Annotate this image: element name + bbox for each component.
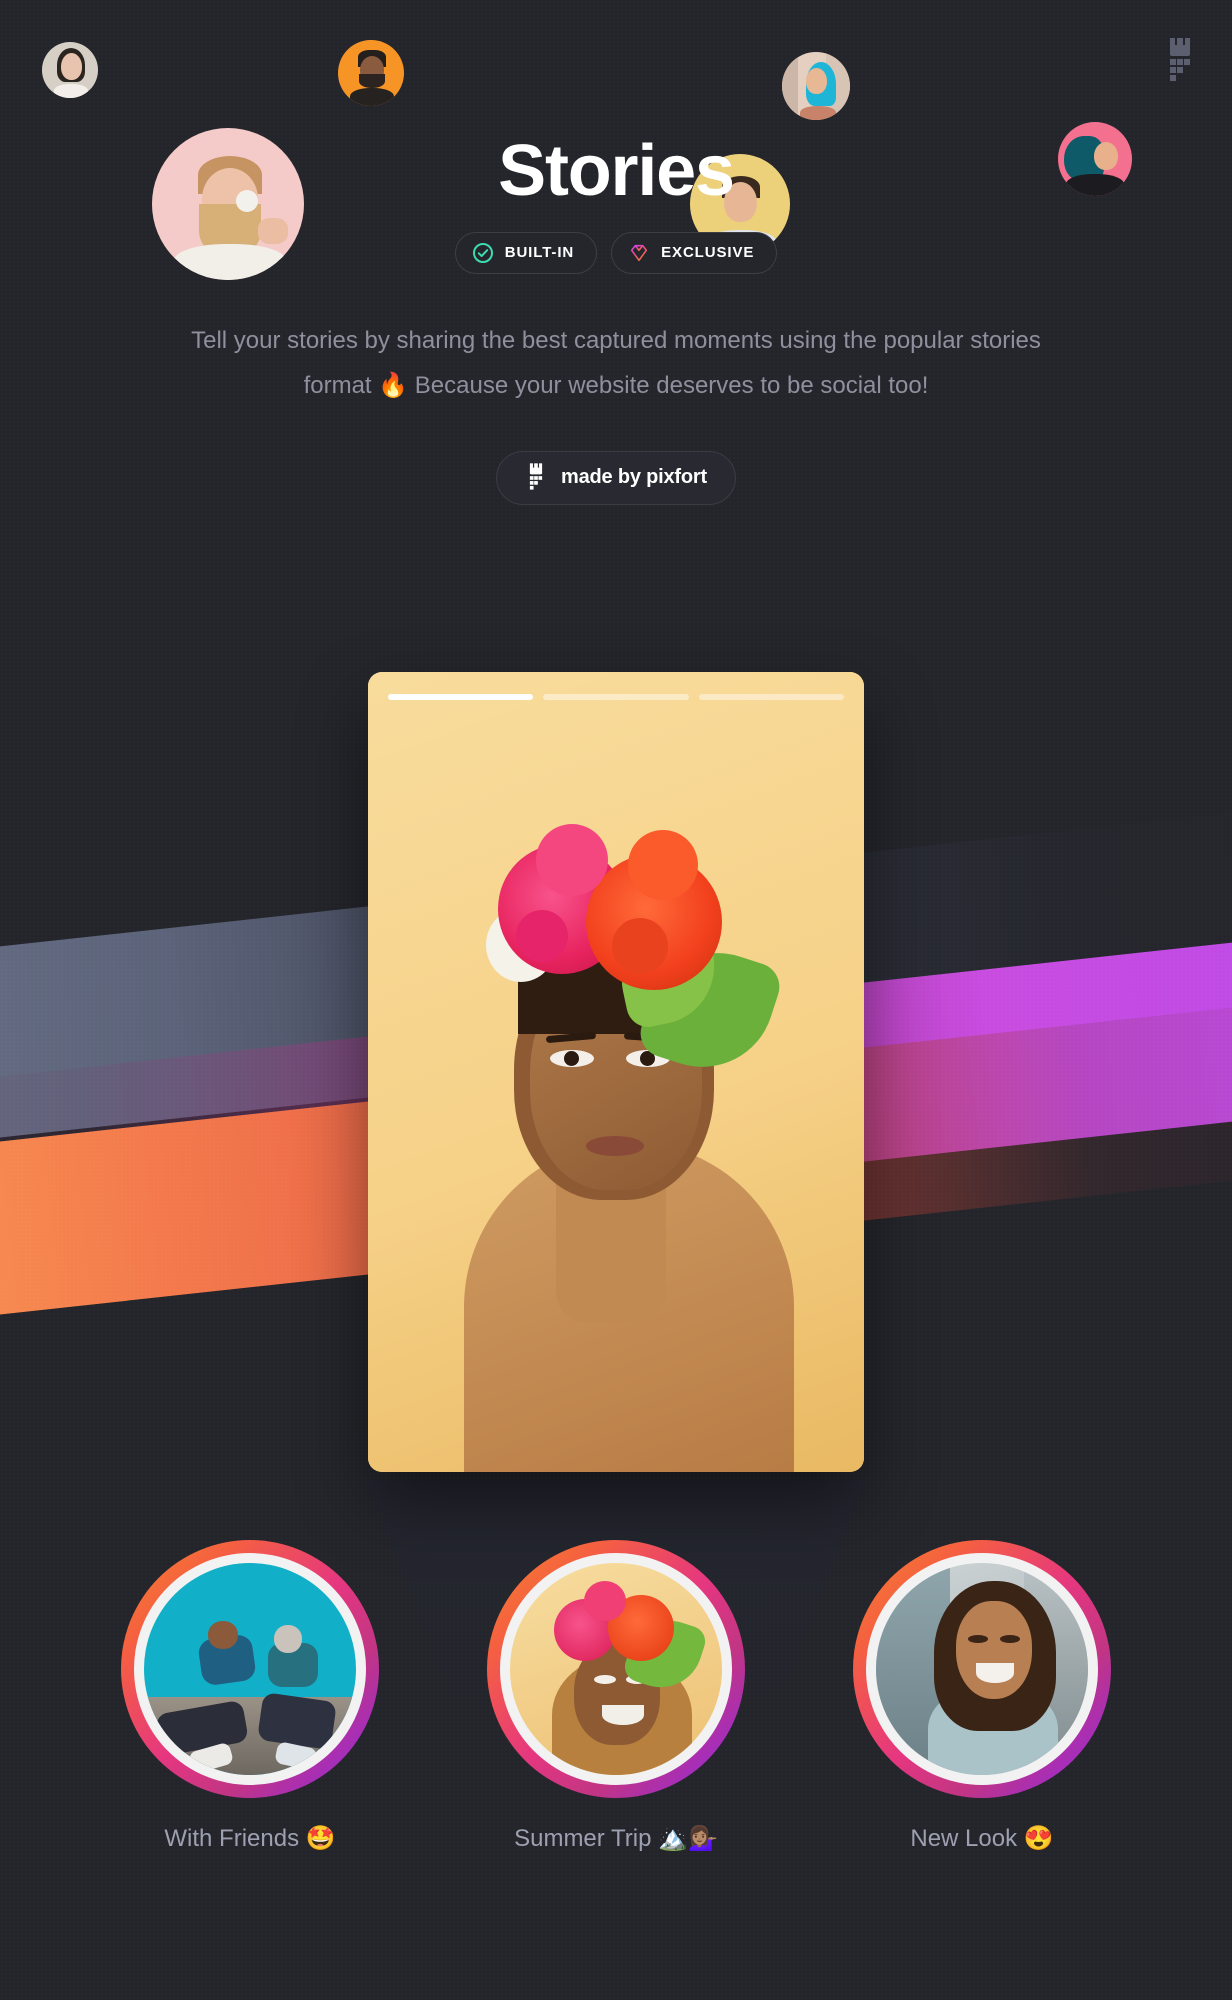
- story-progress-bars[interactable]: [388, 694, 844, 700]
- diamond-icon: [628, 242, 650, 264]
- story-ring[interactable]: [487, 1540, 745, 1798]
- active-story-card[interactable]: [368, 672, 864, 1472]
- story-with-friends[interactable]: With Friends 🤩: [121, 1540, 379, 1853]
- badge-built-in-label: BUILT-IN: [504, 244, 575, 262]
- story-ring[interactable]: [853, 1540, 1111, 1798]
- made-by-pixfort-button[interactable]: made by pixfort: [496, 450, 736, 505]
- story-label: Summer Trip 🏔️💁🏽‍♀️: [514, 1825, 718, 1852]
- story-thumbnail-new-look: [876, 1563, 1088, 1775]
- story-label: New Look 😍: [910, 1825, 1054, 1852]
- badge-group: BUILT-IN EXCLUSIVE: [0, 231, 1232, 274]
- made-by-label: made by pixfort: [561, 466, 707, 489]
- story-thumbnail-with-friends: [144, 1563, 356, 1775]
- badge-exclusive-label: EXCLUSIVE: [661, 244, 755, 262]
- story-photo: [368, 672, 864, 1472]
- pixfort-castle-logo-icon: [525, 463, 547, 493]
- story-ring[interactable]: [121, 1540, 379, 1798]
- check-circle-icon: [472, 242, 494, 264]
- story-progress-segment-1[interactable]: [388, 694, 534, 700]
- pixfort-castle-logo-icon[interactable]: [1162, 38, 1198, 86]
- stories-hero-section: Stories BUILT-IN EXCLUSIVE Tell your sto…: [0, 0, 1232, 2000]
- hero-text-block: Stories BUILT-IN EXCLUSIVE Tell your sto…: [0, 0, 1232, 505]
- story-new-look[interactable]: New Look 😍: [853, 1540, 1111, 1853]
- story-progress-segment-3[interactable]: [698, 694, 844, 700]
- story-label: With Friends 🤩: [164, 1825, 336, 1852]
- story-summer-trip[interactable]: Summer Trip 🏔️💁🏽‍♀️: [487, 1540, 745, 1853]
- story-thumbnail-summer-trip: [510, 1563, 722, 1775]
- page-title: Stories: [498, 131, 735, 211]
- story-circles-row: With Friends 🤩: [0, 1540, 1232, 1853]
- badge-built-in[interactable]: BUILT-IN: [454, 231, 598, 274]
- story-progress-segment-2[interactable]: [543, 694, 689, 700]
- badge-exclusive[interactable]: EXCLUSIVE: [611, 231, 778, 274]
- hero-description: Tell your stories by sharing the best ca…: [191, 326, 1041, 400]
